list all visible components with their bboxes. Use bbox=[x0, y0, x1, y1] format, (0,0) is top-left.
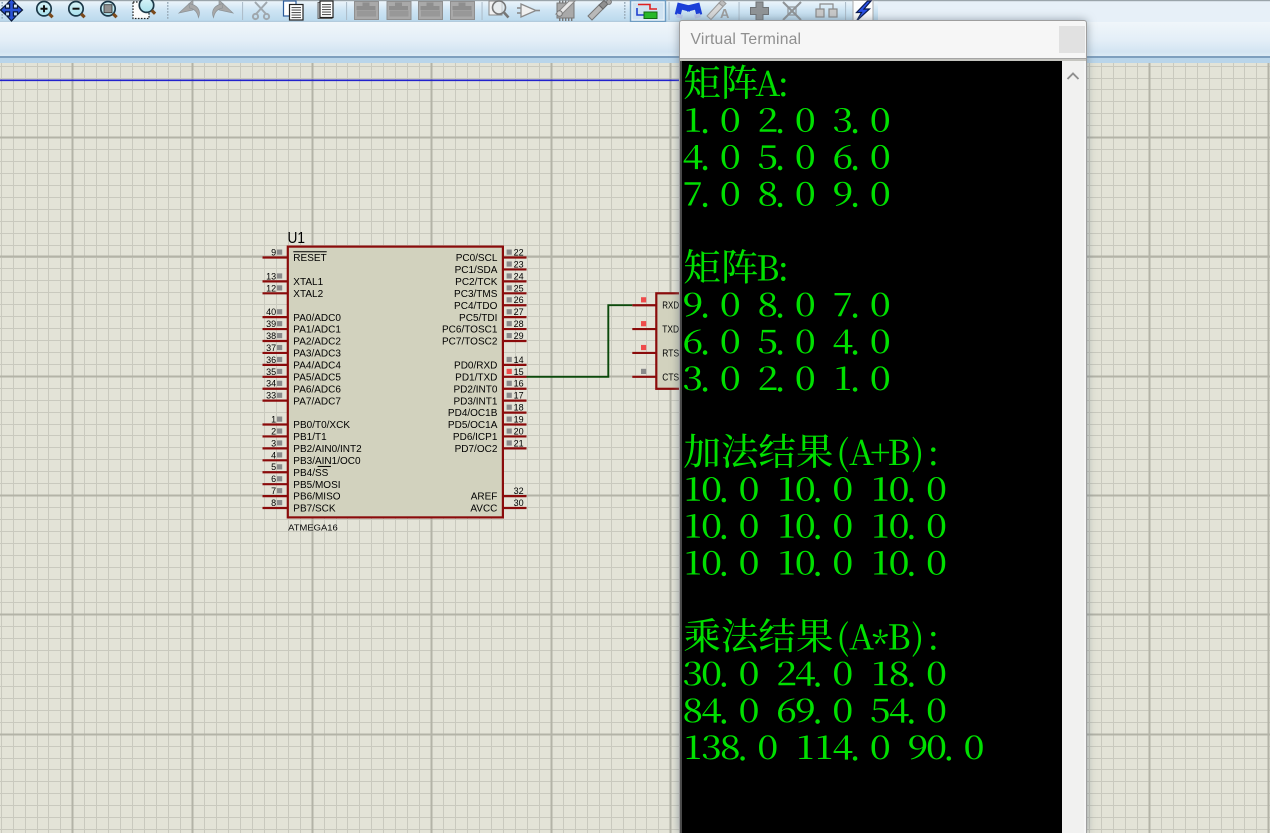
svg-text:AVCC: AVCC bbox=[470, 504, 497, 515]
svg-text:PC0/SCL: PC0/SCL bbox=[456, 253, 498, 264]
svg-text:19: 19 bbox=[514, 415, 524, 425]
svg-text:PC2/TCK: PC2/TCK bbox=[455, 277, 498, 288]
svg-text:33: 33 bbox=[266, 391, 276, 401]
svg-text:PD2/INT0: PD2/INT0 bbox=[453, 384, 497, 395]
svg-text:A: A bbox=[720, 6, 730, 21]
svg-text:XTAL1: XTAL1 bbox=[293, 277, 323, 288]
svg-text:24: 24 bbox=[514, 271, 524, 281]
svg-text:PD0/RXD: PD0/RXD bbox=[454, 360, 497, 371]
svg-text:PD4/OC1B: PD4/OC1B bbox=[448, 408, 498, 419]
svg-text:20: 20 bbox=[514, 426, 524, 436]
svg-text:21: 21 bbox=[514, 438, 524, 448]
svg-text:PB1/T1: PB1/T1 bbox=[293, 432, 327, 443]
svg-text:PA2/ADC2: PA2/ADC2 bbox=[293, 337, 341, 348]
svg-text:ATMEGA16: ATMEGA16 bbox=[288, 523, 338, 533]
svg-text:15: 15 bbox=[514, 367, 524, 377]
svg-text:PD5/OC1A: PD5/OC1A bbox=[448, 420, 498, 431]
svg-text:7: 7 bbox=[271, 486, 276, 496]
svg-text:3: 3 bbox=[271, 438, 276, 448]
svg-text:12: 12 bbox=[266, 283, 276, 293]
svg-text:PC4/TDO: PC4/TDO bbox=[454, 301, 498, 312]
svg-text:14: 14 bbox=[514, 355, 524, 365]
svg-text:PA1/ADC1: PA1/ADC1 bbox=[293, 325, 341, 336]
svg-text:17: 17 bbox=[514, 391, 524, 401]
svg-text:8: 8 bbox=[271, 498, 276, 508]
svg-text:PA6/ADC6: PA6/ADC6 bbox=[293, 384, 341, 395]
svg-text:16: 16 bbox=[514, 379, 524, 389]
svg-text:35: 35 bbox=[266, 367, 276, 377]
svg-text:39: 39 bbox=[266, 319, 276, 329]
svg-text:37: 37 bbox=[266, 343, 276, 353]
svg-text:5: 5 bbox=[271, 462, 276, 472]
svg-text:32: 32 bbox=[514, 486, 524, 496]
svg-text:PC7/TOSC2: PC7/TOSC2 bbox=[442, 337, 498, 348]
svg-text:25: 25 bbox=[514, 283, 524, 293]
svg-text:PA0/ADC0: PA0/ADC0 bbox=[293, 313, 341, 324]
svg-text:6: 6 bbox=[271, 474, 276, 484]
svg-text:RXD: RXD bbox=[662, 300, 679, 312]
svg-text:RTS: RTS bbox=[662, 347, 679, 359]
svg-text:34: 34 bbox=[266, 379, 276, 389]
svg-text:PA5/ADC5: PA5/ADC5 bbox=[293, 372, 341, 383]
svg-text:23: 23 bbox=[514, 259, 524, 269]
svg-text:13: 13 bbox=[266, 271, 276, 281]
svg-text:PB2/AIN0/INT2: PB2/AIN0/INT2 bbox=[293, 444, 362, 455]
svg-text:40: 40 bbox=[266, 307, 276, 317]
svg-text:CTS: CTS bbox=[662, 371, 679, 383]
svg-text:RESET: RESET bbox=[293, 253, 326, 264]
svg-text:38: 38 bbox=[266, 331, 276, 341]
svg-text:26: 26 bbox=[514, 295, 524, 305]
svg-text:29: 29 bbox=[514, 331, 524, 341]
svg-text:PD1/TXD: PD1/TXD bbox=[455, 372, 497, 383]
svg-text:PD3/INT1: PD3/INT1 bbox=[453, 396, 497, 407]
svg-text:PA4/ADC4: PA4/ADC4 bbox=[293, 360, 341, 371]
svg-text:PB0/T0/XCK: PB0/T0/XCK bbox=[293, 420, 350, 431]
svg-text:PB3/AIN1/OC0: PB3/AIN1/OC0 bbox=[293, 456, 361, 467]
svg-text:4: 4 bbox=[271, 450, 276, 460]
svg-text:22: 22 bbox=[514, 248, 524, 258]
svg-text:18: 18 bbox=[514, 403, 524, 413]
svg-text:PC6/TOSC1: PC6/TOSC1 bbox=[442, 325, 498, 336]
svg-text:PB5/MOSI: PB5/MOSI bbox=[293, 480, 340, 491]
svg-text:27: 27 bbox=[514, 307, 524, 317]
svg-text:PB7/SCK: PB7/SCK bbox=[293, 504, 336, 515]
svg-text:1: 1 bbox=[271, 415, 276, 425]
svg-text:9: 9 bbox=[271, 248, 276, 258]
svg-text:PB4/SS: PB4/SS bbox=[293, 468, 328, 479]
svg-text:TXD: TXD bbox=[662, 324, 679, 336]
svg-text:PA7/ADC7: PA7/ADC7 bbox=[293, 396, 341, 407]
svg-text:AREF: AREF bbox=[471, 492, 498, 503]
svg-text:PA3/ADC3: PA3/ADC3 bbox=[293, 349, 341, 360]
svg-text:PC1/SDA: PC1/SDA bbox=[455, 265, 498, 276]
svg-text:36: 36 bbox=[266, 355, 276, 365]
svg-text:PC3/TMS: PC3/TMS bbox=[454, 289, 498, 300]
svg-text:28: 28 bbox=[514, 319, 524, 329]
svg-text:PB6/MISO: PB6/MISO bbox=[293, 492, 340, 503]
svg-text:2: 2 bbox=[271, 426, 276, 436]
svg-text:U1: U1 bbox=[288, 230, 306, 247]
svg-text:30: 30 bbox=[514, 498, 524, 508]
svg-text:PD6/ICP1: PD6/ICP1 bbox=[453, 432, 498, 443]
svg-text:PD7/OC2: PD7/OC2 bbox=[455, 444, 498, 455]
svg-text:XTAL2: XTAL2 bbox=[293, 289, 323, 300]
svg-text:PC5/TDI: PC5/TDI bbox=[459, 313, 497, 324]
